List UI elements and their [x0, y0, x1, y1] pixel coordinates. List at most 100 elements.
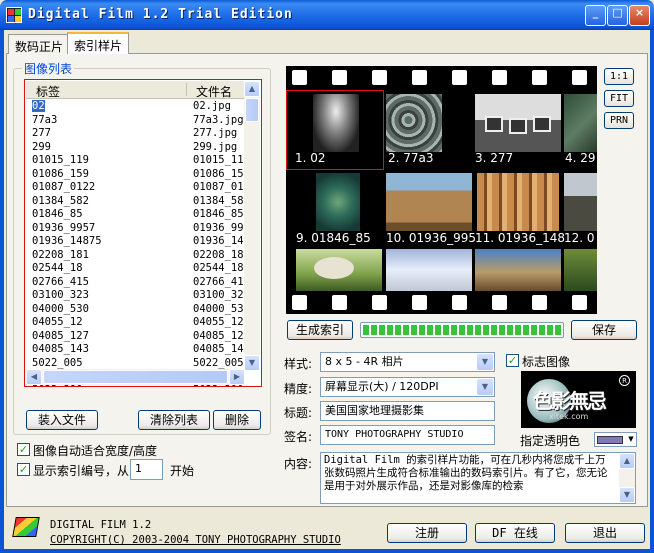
list-item-filename: 01936_995 — [193, 221, 245, 234]
scroll-down-icon[interactable]: ▼ — [244, 355, 260, 371]
register-button[interactable]: 注册 — [387, 523, 467, 543]
thumbnail-frame[interactable]: 11. 01936_148 — [473, 171, 565, 249]
clear-list-button[interactable]: 清除列表 — [138, 410, 210, 430]
list-item[interactable]: 299 299.jpg — [26, 141, 245, 155]
style-select[interactable]: 8 x 5 - 4R 相片 ▼ — [320, 352, 495, 372]
thumbnail-image — [477, 173, 559, 231]
close-button[interactable]: × — [629, 5, 650, 26]
zoom-print-button[interactable]: PRN — [604, 112, 634, 129]
precision-label: 精度: — [284, 382, 313, 396]
list-item[interactable]: 277 277.jpg — [26, 127, 245, 141]
column-header-label[interactable]: 标签 — [36, 83, 60, 100]
chevron-down-icon[interactable]: ▼ — [626, 433, 636, 446]
list-item[interactable]: 02 02.jpg — [26, 100, 245, 114]
thumbnail-frame[interactable]: 9. 01846_85 — [294, 171, 384, 249]
copyright-link[interactable]: COPYRIGHT(C) 2003-2004 TONY PHOTOGRAPHY … — [50, 533, 341, 548]
list-item[interactable]: 04085_127 04085_127 — [26, 330, 245, 344]
list-item[interactable]: 01087_0122 01087_012 — [26, 181, 245, 195]
thumbnail-frame[interactable]: 2. 77a3 — [384, 91, 472, 169]
list-item-filename: 02208_181 — [193, 248, 245, 261]
minimize-button[interactable]: _ — [585, 5, 606, 26]
show-index-checkbox[interactable]: ✓ — [17, 463, 30, 476]
progress-fill — [363, 325, 561, 335]
scroll-up-icon[interactable]: ▲ — [244, 81, 260, 97]
scroll-up-icon[interactable]: ▲ — [619, 453, 635, 469]
zoom-fit-button[interactable]: FIT — [604, 90, 634, 107]
list-item-label: 04085_143 — [32, 343, 89, 355]
scroll-down-icon[interactable]: ▼ — [619, 487, 635, 503]
list-item[interactable]: 77a3 77a3.jpg — [26, 114, 245, 128]
thumbnail-frame[interactable]: 10. 01936_995 — [384, 171, 476, 249]
tab-digital-positive[interactable]: 数码正片 — [8, 34, 71, 54]
list-item[interactable]: 01384_582 01384_582 — [26, 195, 245, 209]
scroll-thumb[interactable] — [245, 98, 259, 122]
chevron-down-icon[interactable]: ▼ — [477, 354, 493, 370]
content-textarea[interactable]: Digital Film 的索引样片功能，可在几秒内将您成千上万张数码照片生成符… — [320, 452, 636, 504]
list-item-label: 01936_14875 — [32, 235, 102, 247]
list-item[interactable]: 01015_119 01015_119 — [26, 154, 245, 168]
hscroll-thumb[interactable] — [43, 370, 228, 384]
list-item-label: 5022_005 — [32, 356, 83, 369]
list-item[interactable]: 02766_415 02766_415 — [26, 276, 245, 290]
contact-sheet-preview[interactable]: 1. 02 2. 77a3 3. 277 4. 29 9. 01846_85 1… — [286, 66, 597, 314]
list-item[interactable]: 01086_159 01086_159 — [26, 168, 245, 182]
thumbnail-frame[interactable]: 12. 0 — [562, 171, 597, 249]
list-item-label: 02 — [32, 100, 45, 112]
list-item[interactable]: 04085_143 04085_143 — [26, 343, 245, 357]
thumbnail-frame[interactable] — [386, 249, 472, 291]
index-start-input[interactable]: 1 — [130, 459, 163, 480]
generate-index-button[interactable]: 生成索引 — [287, 320, 353, 340]
scroll-right-icon[interactable]: ▶ — [229, 369, 245, 385]
list-item-filename: 02.jpg — [193, 100, 231, 112]
list-item[interactable]: 5022_005 5022_005. — [26, 357, 245, 371]
auto-fit-checkbox[interactable]: ✓ — [17, 443, 30, 456]
watermark-checkbox[interactable]: ✓ — [506, 354, 519, 367]
list-item-filename: 04055_12. — [193, 316, 245, 328]
content-scrollbar[interactable]: ▲ ▼ — [619, 453, 635, 503]
title-bar[interactable]: Digital Film 1.2 Trial Edition _ □ × — [0, 0, 654, 30]
thumbnail-frame[interactable]: 3. 277 — [473, 91, 561, 169]
horizontal-scrollbar[interactable]: ◀ ▶ — [26, 369, 245, 385]
list-item[interactable]: 03100_323 03100_323 — [26, 289, 245, 303]
chevron-down-icon[interactable]: ▼ — [477, 379, 493, 395]
thumbnail-frame[interactable]: 4. 29 — [562, 91, 597, 169]
tab-contact-sheet[interactable]: 索引样片 — [67, 32, 130, 54]
save-button[interactable]: 保存 — [571, 320, 637, 340]
thumbnail-frame[interactable]: 1. 02 — [286, 90, 384, 170]
zoom-1-1-button[interactable]: 1:1 — [604, 68, 634, 85]
image-list[interactable]: 标签 文件名 02 02.jpg 77a3 77a3.jpg 277 277.jpg 299… — [24, 79, 262, 387]
column-header-filename[interactable]: 文件名 — [196, 83, 232, 100]
exit-button[interactable]: 退出 — [565, 523, 645, 543]
list-item-label: 02766_415 — [32, 275, 89, 288]
list-item[interactable]: 01936_14875 01936_148 — [26, 235, 245, 249]
list-item-label: 02544_18 — [32, 262, 83, 274]
transparent-color-picker[interactable]: ▼ — [594, 432, 637, 447]
list-item-filename: 5022_005. — [193, 356, 245, 369]
title-input[interactable]: 美国国家地理摄影集 — [320, 401, 495, 421]
online-button[interactable]: DF 在线 — [475, 523, 555, 543]
watermark-label: 标志图像 — [522, 355, 571, 369]
list-item[interactable]: 02544_18 02544_18. — [26, 262, 245, 276]
vertical-scrollbar[interactable]: ▲ ▼ — [244, 81, 260, 371]
signature-input[interactable]: TONY PHOTOGRAPHY STUDIO — [320, 425, 495, 445]
logo-url: xitek.com — [549, 412, 589, 421]
list-item[interactable]: 04055_12 04055_12. — [26, 316, 245, 330]
index-start-suffix: 开始 — [170, 464, 195, 478]
watermark-logo-preview[interactable]: 色影無忌 xitek.com R — [521, 371, 636, 428]
maximize-button[interactable]: □ — [607, 5, 628, 26]
delete-button[interactable]: 删除 — [213, 410, 261, 430]
list-item-filename: 02766_415 — [193, 275, 245, 288]
list-item[interactable]: 01936_9957 01936_995 — [26, 222, 245, 236]
scroll-left-icon[interactable]: ◀ — [26, 369, 42, 385]
thumbnail-frame[interactable] — [564, 249, 597, 291]
add-files-button[interactable]: 装入文件 — [26, 410, 98, 430]
list-item[interactable]: 01846_85 01846_85. — [26, 208, 245, 222]
precision-select-value: 屏幕显示(大) / 120DPI — [325, 380, 439, 393]
thumbnail-frame[interactable] — [296, 249, 382, 291]
auto-fit-label: 图像自动适合宽度/高度 — [33, 444, 158, 458]
thumbnail-frame[interactable] — [475, 249, 561, 291]
list-item[interactable]: 04000_530 04000_530 — [26, 303, 245, 317]
precision-select[interactable]: 屏幕显示(大) / 120DPI ▼ — [320, 377, 495, 397]
app-icon — [6, 7, 22, 23]
list-item[interactable]: 02208_181 02208_181 — [26, 249, 245, 263]
